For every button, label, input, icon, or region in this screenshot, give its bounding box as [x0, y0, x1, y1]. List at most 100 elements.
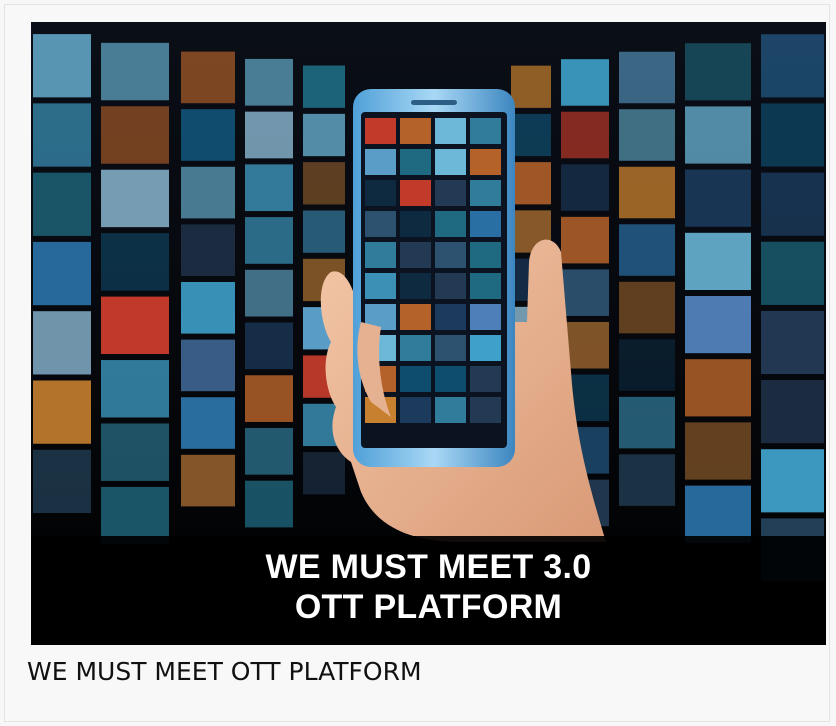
- video-wall-tile: [245, 375, 293, 422]
- video-wall-tile: [181, 282, 235, 334]
- phone-screen-tile: [400, 273, 431, 299]
- video-wall-tile: [245, 217, 293, 264]
- phone-screen-tile: [470, 149, 501, 175]
- video-wall-tile: [101, 360, 169, 418]
- smartphone-illustration: [353, 89, 515, 467]
- phone-screen-tile: [365, 211, 396, 237]
- video-wall-tile: [181, 224, 235, 276]
- video-wall-tile: [619, 109, 675, 161]
- video-wall-tile: [245, 111, 293, 159]
- video-wall-tile: [101, 169, 169, 228]
- video-wall-tile: [619, 454, 675, 506]
- video-wall-tile: [303, 210, 345, 253]
- video-wall-tile: [761, 380, 824, 444]
- video-wall-tile: [33, 311, 91, 375]
- phone-screen-tile: [400, 242, 431, 268]
- phone-screen-tile: [435, 304, 466, 330]
- phone-screen-tile: [470, 242, 501, 268]
- video-wall-tile: [619, 166, 675, 219]
- video-wall-tile: [561, 59, 609, 106]
- video-wall-tile: [181, 166, 235, 219]
- phone-screen-tile: [435, 149, 466, 175]
- video-wall-tile: [245, 427, 293, 475]
- phone-screen-tile: [400, 335, 431, 361]
- phone-screen-tile: [365, 273, 396, 299]
- video-wall-tile: [511, 162, 551, 205]
- video-wall-tile: [761, 103, 824, 167]
- phone-screen-tile: [435, 242, 466, 268]
- video-wall-tile: [101, 106, 169, 164]
- video-wall-tile: [685, 359, 751, 417]
- video-wall-tile: [511, 113, 551, 157]
- phone-screen-tile: [435, 397, 466, 423]
- video-wall-tile: [303, 113, 345, 157]
- phone-screen-tile: [435, 118, 466, 144]
- content-card[interactable]: WE MUST MEET 3.0 OTT PLATFORM WE MUST ME…: [4, 4, 830, 722]
- overlay-line-2: OTT PLATFORM: [294, 588, 563, 626]
- video-wall-tile: [101, 42, 169, 101]
- phone-screen-tile: [470, 397, 501, 423]
- phone-screen-tile: [365, 149, 396, 175]
- phone-screen-tile: [435, 211, 466, 237]
- video-wall-tile: [303, 162, 345, 205]
- phone-screen-tile: [400, 180, 431, 206]
- video-wall-tile: [181, 454, 235, 507]
- video-wall-tile: [561, 269, 609, 316]
- video-wall-tile: [303, 65, 345, 108]
- video-wall-tile: [101, 296, 169, 355]
- video-wall-tile: [619, 396, 675, 449]
- video-wall-tile: [561, 164, 609, 211]
- video-wall-tile: [619, 224, 675, 276]
- phone-screen-tile: [435, 366, 466, 392]
- video-wall-tile: [619, 281, 675, 334]
- video-wall-tile: [181, 109, 235, 161]
- video-wall-tile: [101, 486, 169, 545]
- phone-screen-tile: [400, 397, 431, 423]
- video-wall-tile: [761, 241, 824, 305]
- phone-screen-tile: [470, 366, 501, 392]
- video-wall-tile: [685, 485, 751, 543]
- video-wall-tile: [761, 310, 824, 375]
- phone-screen-tile: [400, 366, 431, 392]
- phone-screen-tile: [470, 118, 501, 144]
- video-wall-tile: [33, 241, 91, 306]
- phone-screen-tile: [435, 180, 466, 206]
- video-wall-tile: [181, 397, 235, 449]
- phone-screen-tile: [435, 335, 466, 361]
- phone-screen-tile: [470, 180, 501, 206]
- video-wall-tile: [685, 106, 751, 164]
- video-wall-tile: [761, 449, 824, 513]
- video-wall-tile: [761, 172, 824, 236]
- thumbnail-overlay-title: WE MUST MEET 3.0 OTT PLATFORM: [31, 547, 826, 627]
- video-wall-tile: [685, 232, 751, 290]
- phone-screen-tile: [470, 273, 501, 299]
- phone-screen-tile: [365, 242, 396, 268]
- phone-screen-tile: [400, 304, 431, 330]
- video-wall-tile: [561, 111, 609, 159]
- video-wall-tile: [245, 480, 293, 528]
- phone-screen-tile: [365, 180, 396, 206]
- card-caption[interactable]: WE MUST MEET OTT PLATFORM: [27, 657, 422, 686]
- video-wall-tile: [561, 216, 609, 264]
- phone-screen-tile: [400, 118, 431, 144]
- video-wall-tile: [619, 51, 675, 104]
- phone-screen-tile: [470, 211, 501, 237]
- overlay-line-1: WE MUST MEET 3.0: [265, 548, 592, 586]
- video-wall-tile: [511, 65, 551, 108]
- card-thumbnail-image[interactable]: WE MUST MEET 3.0 OTT PLATFORM: [31, 22, 826, 645]
- video-wall-tile: [245, 58, 293, 106]
- video-wall-tile: [685, 169, 751, 227]
- video-wall-tile: [181, 339, 235, 392]
- video-wall-tile: [685, 43, 751, 101]
- video-wall-tile: [101, 233, 169, 291]
- phone-screen-tile: [435, 273, 466, 299]
- video-wall-tile: [101, 423, 169, 481]
- video-wall-tile: [303, 452, 345, 495]
- phone-screen-tile: [470, 304, 501, 330]
- phone-screen-tile: [470, 335, 501, 361]
- video-wall-tile: [33, 34, 91, 98]
- video-wall-tile: [245, 164, 293, 212]
- phone-screen-tile: [400, 211, 431, 237]
- video-wall-tile: [33, 449, 91, 514]
- video-wall-tile: [245, 269, 293, 317]
